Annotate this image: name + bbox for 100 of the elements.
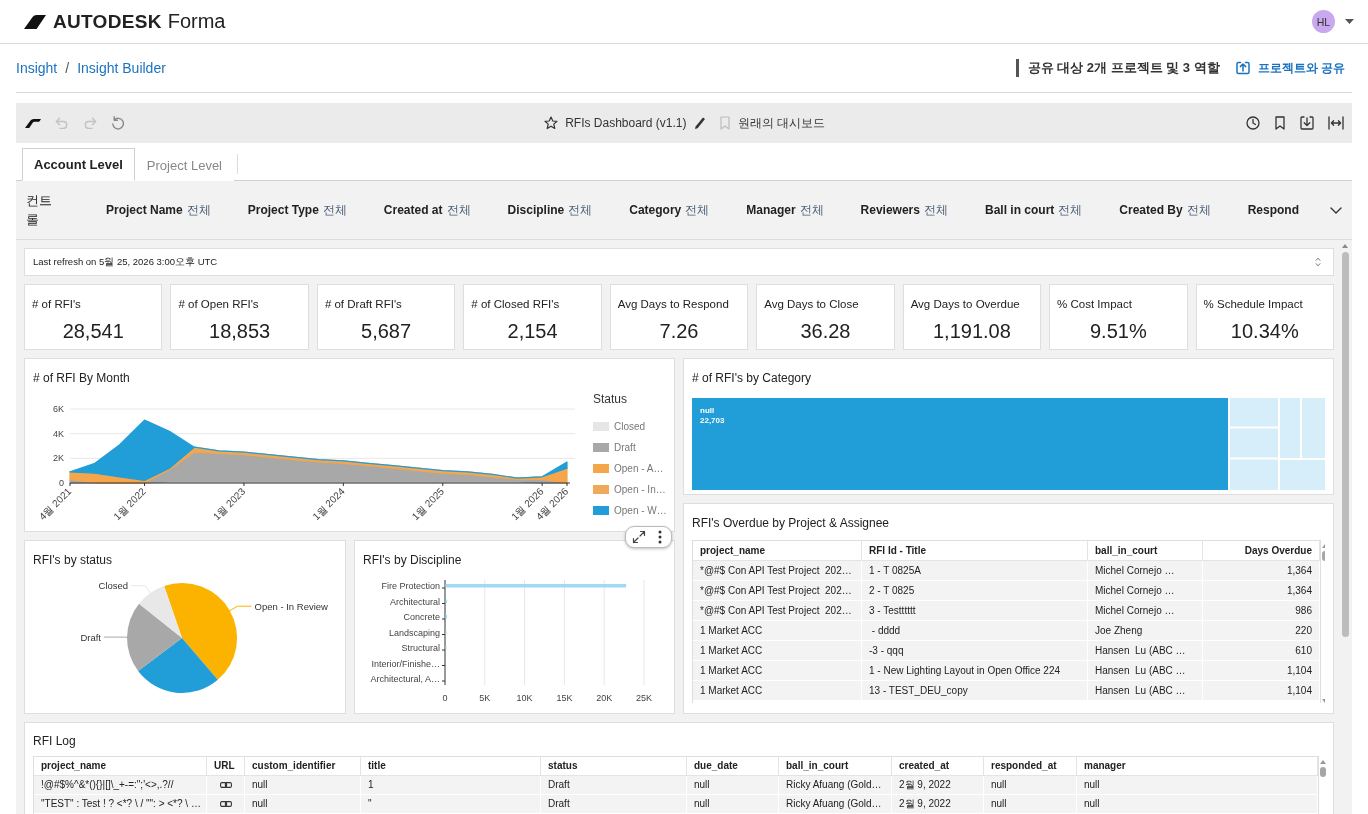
table-cell: null	[687, 776, 779, 795]
kpi-value: 5,687	[360, 320, 413, 343]
chart-title: RFI's by Discipline	[363, 552, 463, 568]
kpi-label: Avg Days to Overdue	[910, 297, 1021, 311]
table-cell: 1,104	[1203, 661, 1320, 681]
kpi-value: 2,154	[506, 320, 559, 343]
tick-label: 0	[442, 693, 448, 703]
table-cell: null	[245, 776, 361, 795]
slice-label: Closed	[98, 580, 129, 592]
slice-label: Draft	[80, 631, 101, 643]
table-cell: 3 - Testttttt	[862, 601, 1088, 621]
table-cell: 1 - New Lighting Layout in Open Office 224	[862, 661, 1088, 681]
table-cell: Ricky Afuang (Gold…	[779, 776, 892, 795]
kpi-label: # of RFI's	[32, 297, 82, 311]
kpi-label: # of Closed RFI's	[471, 297, 561, 311]
kpi-label: % Schedule Impact	[1203, 297, 1304, 311]
tick-label: 5K	[479, 693, 491, 703]
tile-label: null	[700, 406, 715, 416]
tick-label: 4K	[53, 428, 64, 439]
table-cell: Hansen Lu (ABC …	[1088, 681, 1203, 701]
axis-label: Architectural, A…	[370, 674, 440, 684]
tile-value: 22,703	[700, 416, 725, 426]
table-cell: 2 - T 0825	[862, 581, 1088, 601]
kpi-value: 36.28	[799, 320, 852, 343]
table-cell: 1 Market ACC	[693, 661, 862, 681]
table-cell: Joe Zheng	[1088, 621, 1203, 641]
table-cell: Draft	[541, 795, 687, 814]
slice-label: Open - In Review	[254, 600, 328, 612]
table-cell: *@#$ Con API Test Project 202…	[693, 561, 862, 581]
axis-label: Concrete	[403, 612, 440, 622]
chart-title: # of RFI's by Category	[692, 370, 812, 386]
axis-label: Architectural	[389, 596, 440, 607]
axis-label: Landscaping	[388, 627, 440, 638]
table-cell: -3 - qqq	[862, 641, 1088, 661]
table-cell: Michel Cornejo …	[1088, 581, 1203, 601]
table-cell: 2월 9, 2022	[892, 795, 984, 814]
table-cell: null	[1077, 776, 1318, 795]
kpi-value: 1,191.08	[931, 320, 1012, 343]
tick-label: 0	[59, 478, 64, 488]
table-cell: Michel Cornejo …	[1088, 601, 1203, 621]
table-cell: 1 Market ACC	[693, 621, 862, 641]
tick-label: 20K	[596, 693, 613, 703]
table-cell: 2월 9, 2022	[892, 776, 984, 795]
table-cell: 1 Market ACC	[693, 681, 862, 701]
chart-title: # of RFI By Month	[33, 370, 131, 386]
axis-label: Fire Protection	[381, 581, 440, 591]
controls-label: 컨트롤	[26, 192, 53, 229]
table-cell: 220	[1203, 621, 1320, 641]
table-cell: 1 - T 0825A	[862, 561, 1088, 581]
kpi-value: 18,853	[208, 320, 272, 343]
table-cell: - dddd	[862, 621, 1088, 641]
breadcrumb-separator: /	[65, 60, 70, 76]
share-summary: 공유 대상 2개 프로젝트 및 3 역할	[1027, 59, 1220, 77]
table-cell: null	[245, 795, 361, 814]
kpi-label: # of Draft RFI's	[324, 297, 403, 311]
table-title: RFI Log	[33, 733, 77, 749]
table-cell: 1,364	[1203, 561, 1320, 581]
kpi-label: # of Open RFI's	[178, 297, 260, 311]
table-cell: 986	[1203, 601, 1320, 621]
kpi-value: 28,541	[61, 320, 125, 343]
legend-title: Status	[593, 392, 629, 406]
tick-label: 2K	[53, 453, 64, 464]
dashboard-title: RFIs Dashboard (v1.1)	[565, 116, 687, 130]
table-cell: Michel Cornejo …	[1088, 561, 1203, 581]
table-cell: null	[687, 795, 779, 814]
kpi-value: 9.51%	[1088, 320, 1148, 343]
axis-label: Structural	[401, 643, 440, 653]
table-cell: 13 - TEST_DEU_copy	[862, 681, 1088, 701]
table-cell: Draft	[541, 776, 687, 795]
table-cell: null	[984, 795, 1077, 814]
chart-title: RFI's Overdue by Project & Assignee	[692, 515, 891, 531]
kpi-value: 7.26	[658, 320, 700, 343]
tick-label: 15K	[556, 693, 573, 703]
table-cell: 610	[1203, 641, 1320, 661]
table-cell: !@#$%^&*(){}|[]\_+-=:";'<>,.?//	[34, 776, 207, 795]
brand-name: AUTODESK	[53, 10, 162, 33]
table-cell: null	[1077, 795, 1318, 814]
chart-title: RFI's by status	[33, 552, 113, 568]
kpi-label: Avg Days to Respond	[617, 297, 730, 311]
table-cell: "TEST" : Test ! ? <*? \ / "": > <*? \ …	[34, 795, 207, 814]
kpi-label: Avg Days to Close	[764, 297, 860, 311]
table-cell: Hansen Lu (ABC …	[1088, 661, 1203, 681]
kpi-label: % Cost Impact	[1057, 297, 1133, 311]
table-cell: *@#$ Con API Test Project 202…	[693, 581, 862, 601]
table-cell: 1,364	[1203, 581, 1320, 601]
table-cell: null	[984, 776, 1077, 795]
tick-label: 25K	[636, 693, 652, 703]
refresh-text: Last refresh on 5월 25, 2026 3:00오후 UTC	[33, 255, 218, 269]
table-cell: "	[361, 795, 541, 814]
table-cell: Ricky Afuang (Gold…	[779, 795, 892, 814]
table-cell: 1 Market ACC	[693, 641, 862, 661]
table-cell: *@#$ Con API Test Project 202…	[693, 601, 862, 621]
original-dashboard-label: 원래의 대시보드	[737, 114, 825, 132]
table-cell: Hansen Lu (ABC …	[1088, 641, 1203, 661]
kpi-value: 10.34%	[1229, 320, 1300, 343]
table-cell: 1	[361, 776, 541, 795]
tick-label: 10K	[516, 693, 533, 703]
tick-label: 6K	[53, 404, 64, 414]
table-cell: 1,104	[1203, 681, 1320, 701]
axis-label: Interior/Finishe…	[371, 658, 440, 669]
